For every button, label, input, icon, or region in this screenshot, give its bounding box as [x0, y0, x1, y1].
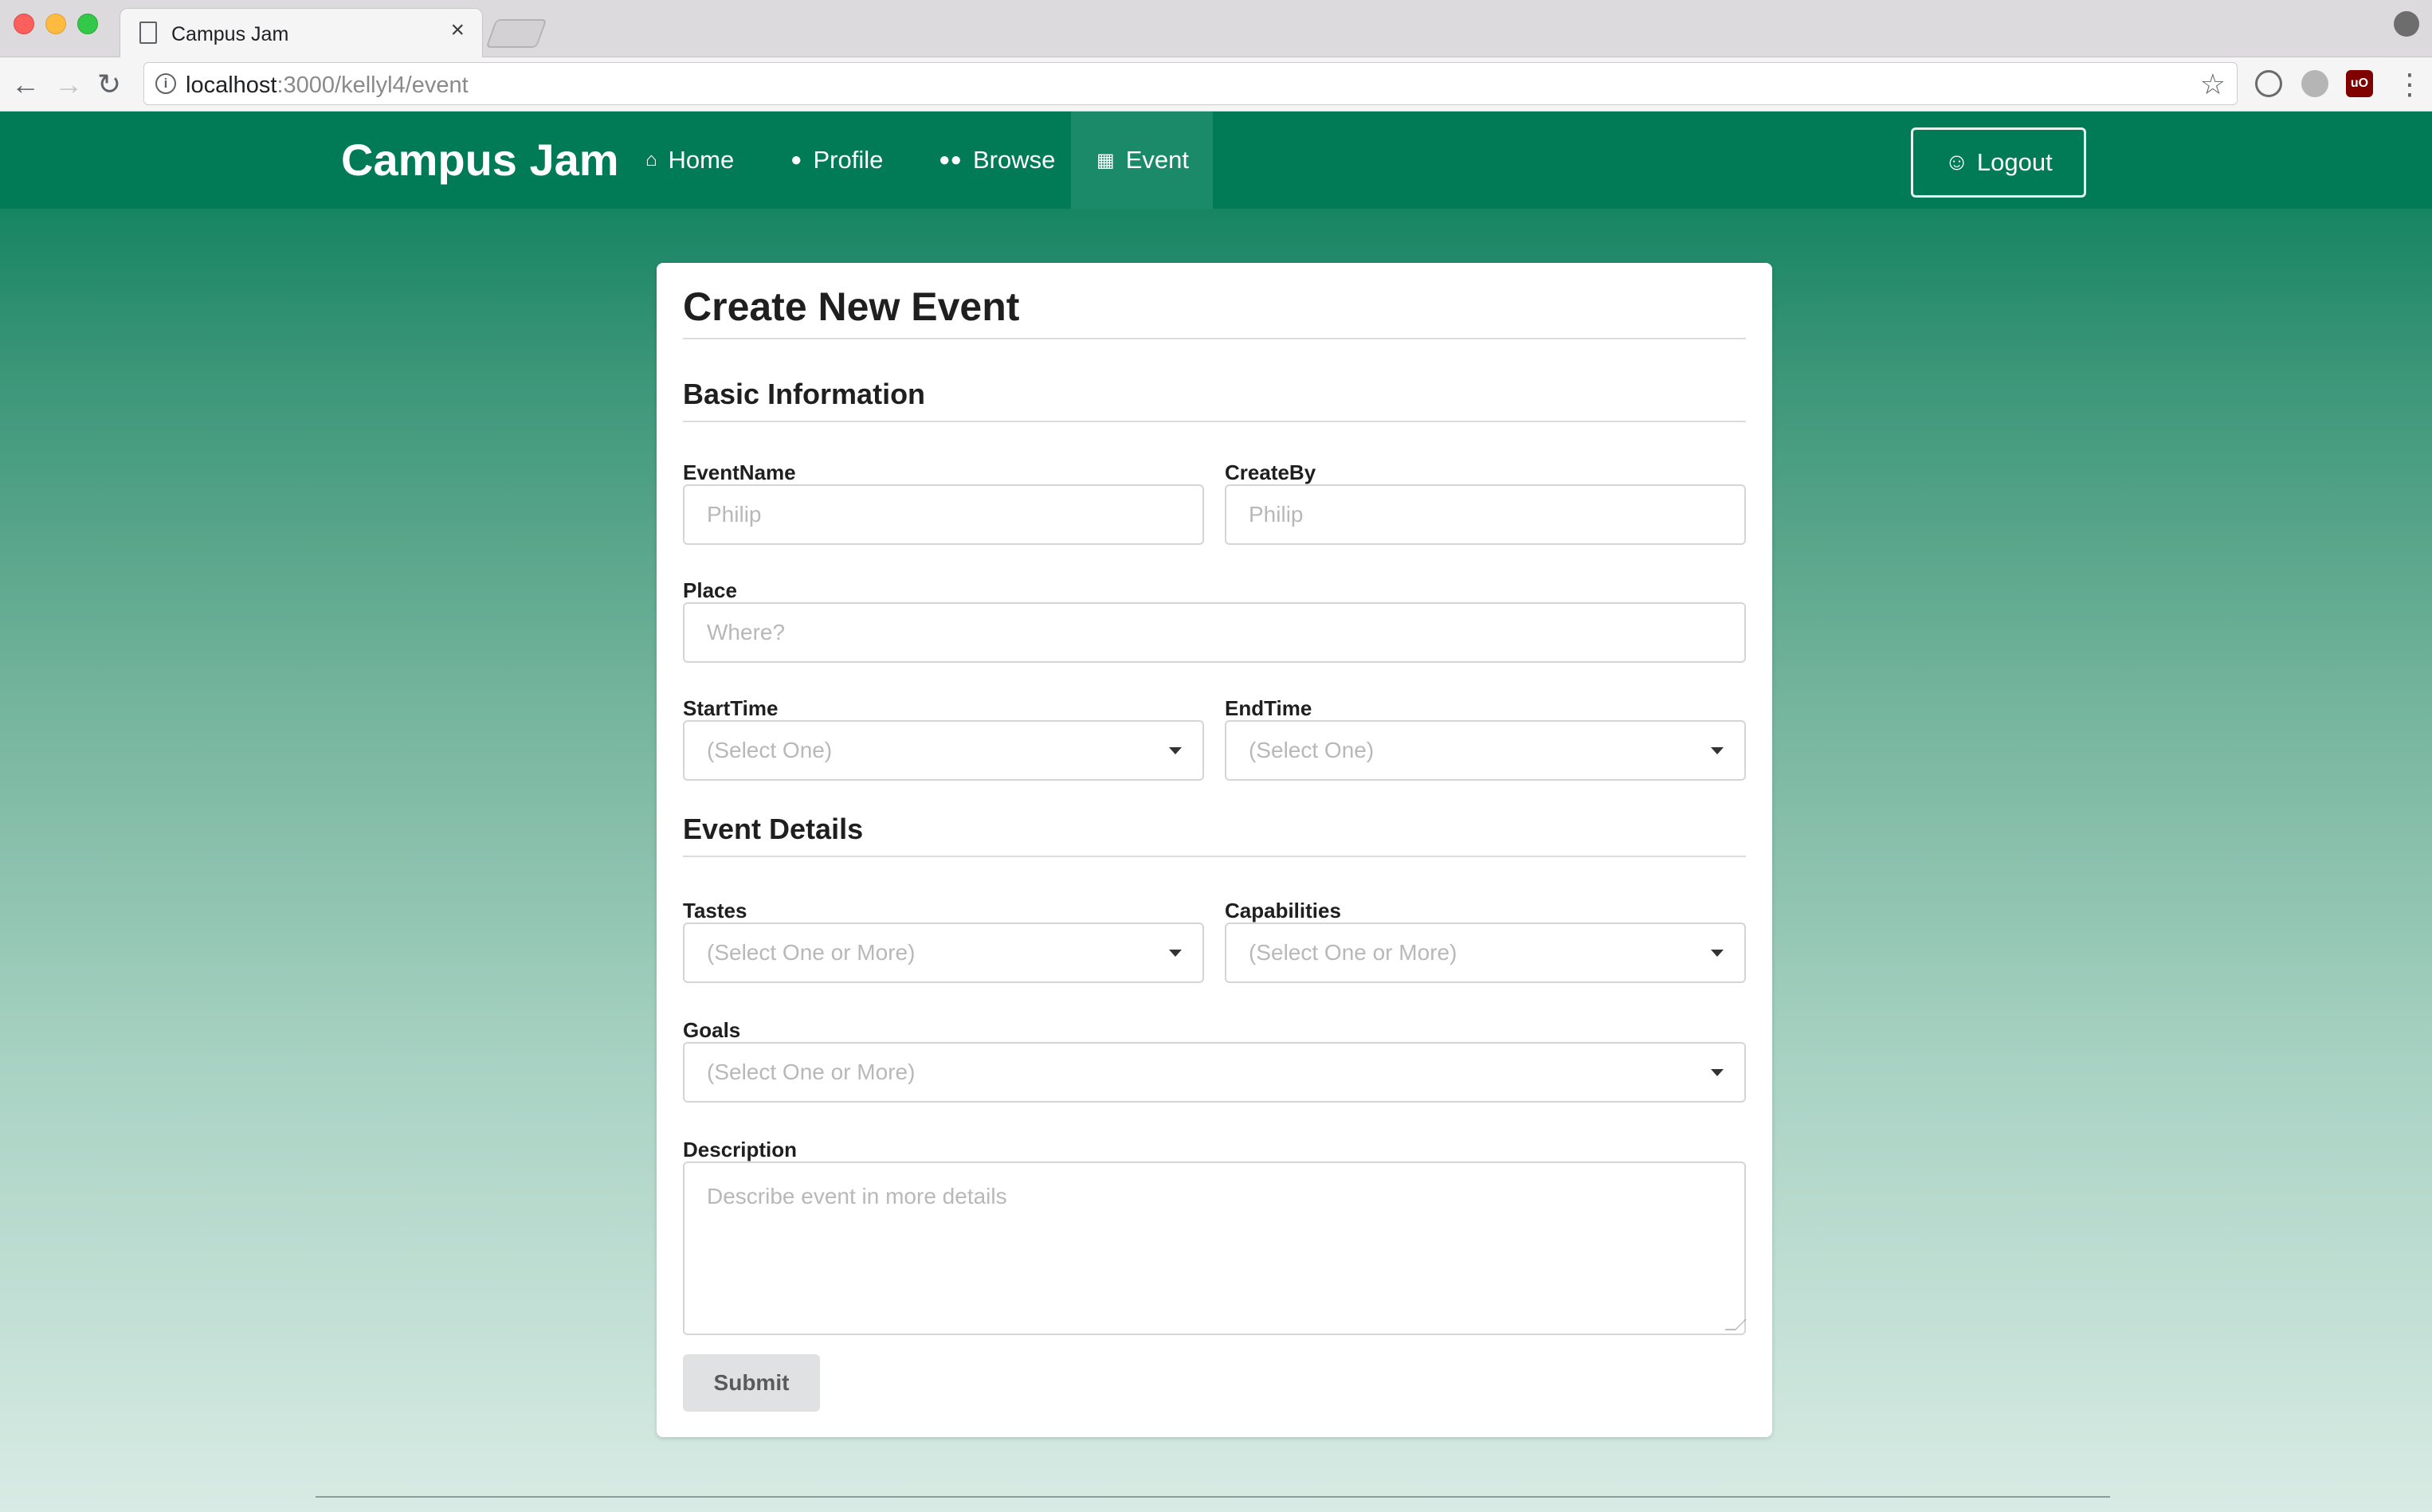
goals-placeholder: (Select One or More)	[707, 1060, 916, 1084]
event-name-placeholder: Philip	[707, 502, 762, 527]
capabilities-placeholder: (Select One or More)	[1249, 940, 1457, 965]
browser-toolbar: ← → ↻ i localhost:3000/kellyl4/event ☆ u…	[0, 57, 2432, 112]
address-bar[interactable]: i localhost:3000/kellyl4/event ☆	[143, 62, 2238, 105]
chevron-down-icon	[1711, 950, 1724, 957]
create-event-card: Create New Event Basic Information Event…	[657, 263, 1772, 1437]
place-label: Place	[683, 578, 737, 602]
description-placeholder: Describe event in more details	[707, 1184, 1007, 1208]
submit-button[interactable]: Submit	[683, 1354, 820, 1412]
url-path: :3000/kellyl4/event	[277, 72, 469, 98]
url-text[interactable]: localhost:3000/kellyl4/event	[186, 72, 469, 99]
bookmark-star-icon[interactable]: ☆	[2200, 68, 2226, 101]
nav-event[interactable]: ▦ Event	[1071, 112, 1213, 209]
basic-info-heading: Basic Information	[683, 378, 926, 410]
reload-icon[interactable]: ↻	[97, 69, 121, 100]
chevron-down-icon	[1169, 950, 1182, 957]
goals-select[interactable]: (Select One or More)	[683, 1042, 1746, 1103]
resize-handle-icon[interactable]	[1724, 1319, 1747, 1330]
goals-label: Goals	[683, 1018, 741, 1042]
chevron-down-icon	[1711, 747, 1724, 754]
tastes-label: Tastes	[683, 899, 747, 922]
forward-arrow-icon[interactable]: →	[54, 69, 83, 100]
start-time-placeholder: (Select One)	[707, 738, 833, 762]
nav-browse[interactable]: ●● Browse	[913, 112, 1081, 209]
page-background: Campus Jam ⌂ Home ● Profile ●● Browse ▦ …	[0, 112, 2432, 1512]
tab-close-icon[interactable]: ×	[450, 18, 465, 42]
capabilities-select[interactable]: (Select One or More)	[1225, 922, 1746, 983]
footer-divider	[316, 1496, 2110, 1498]
nav-profile-label: Profile	[813, 146, 884, 174]
profile-avatar-icon[interactable]	[2394, 11, 2419, 37]
end-time-placeholder: (Select One)	[1249, 738, 1375, 762]
event-name-label: EventName	[683, 460, 796, 484]
brand-logo[interactable]: Campus Jam	[341, 134, 619, 186]
nav-browse-label: Browse	[973, 146, 1056, 174]
new-tab-button[interactable]	[485, 19, 547, 48]
sync-extension-icon[interactable]	[2255, 70, 2282, 97]
chevron-down-icon	[1711, 1069, 1724, 1076]
tastes-select[interactable]: (Select One or More)	[683, 922, 1204, 983]
home-icon: ⌂	[645, 149, 657, 170]
title-divider	[683, 338, 1746, 339]
chevron-down-icon	[1169, 747, 1182, 754]
palette-extension-icon[interactable]	[2301, 70, 2328, 97]
logout-label: Logout	[1976, 148, 2053, 176]
create-by-placeholder: Philip	[1249, 502, 1304, 527]
place-input[interactable]: Where?	[683, 602, 1746, 663]
browser-menu-icon[interactable]: ⋮	[2395, 69, 2424, 100]
calendar-icon: ▦	[1096, 149, 1115, 171]
capabilities-label: Capabilities	[1225, 899, 1341, 922]
description-label: Description	[683, 1138, 798, 1161]
user-icon: ●	[790, 149, 802, 170]
start-time-label: StartTime	[683, 696, 779, 720]
minimize-window-button[interactable]	[45, 14, 66, 34]
ublock-extension-icon[interactable]: uO	[2346, 70, 2373, 97]
tastes-placeholder: (Select One or More)	[707, 940, 916, 965]
site-navbar: Campus Jam ⌂ Home ● Profile ●● Browse ▦ …	[0, 112, 2432, 209]
create-by-input[interactable]: Philip	[1225, 484, 1746, 545]
start-time-select[interactable]: (Select One)	[683, 720, 1204, 781]
event-details-heading: Event Details	[683, 813, 864, 845]
description-textarea[interactable]: Describe event in more details	[683, 1161, 1747, 1335]
logout-icon: ☺	[1944, 149, 1969, 175]
nav-event-label: Event	[1125, 146, 1189, 174]
back-arrow-icon[interactable]: ←	[11, 69, 40, 100]
logout-button[interactable]: ☺ Logout	[1911, 127, 2086, 198]
page-title: Create New Event	[683, 284, 1020, 329]
end-time-select[interactable]: (Select One)	[1225, 720, 1746, 781]
browser-tab-bar: Campus Jam ×	[0, 0, 2432, 57]
users-icon: ●●	[939, 149, 962, 170]
info-icon[interactable]: i	[155, 73, 176, 94]
nav-home-label: Home	[668, 146, 735, 174]
browser-tab[interactable]: Campus Jam ×	[120, 8, 483, 57]
event-details-divider	[683, 856, 1746, 857]
place-placeholder: Where?	[707, 620, 786, 644]
nav-home[interactable]: ⌂ Home	[620, 112, 759, 209]
maximize-window-button[interactable]	[77, 14, 98, 34]
basic-info-divider	[683, 421, 1746, 422]
nav-profile[interactable]: ● Profile	[765, 112, 908, 209]
close-window-button[interactable]	[14, 14, 34, 34]
tab-title: Campus Jam	[171, 23, 289, 45]
page-icon	[139, 22, 157, 44]
event-name-input[interactable]: Philip	[683, 484, 1204, 545]
create-by-label: CreateBy	[1225, 460, 1316, 484]
url-host: localhost	[186, 72, 277, 98]
end-time-label: EndTime	[1225, 696, 1312, 720]
